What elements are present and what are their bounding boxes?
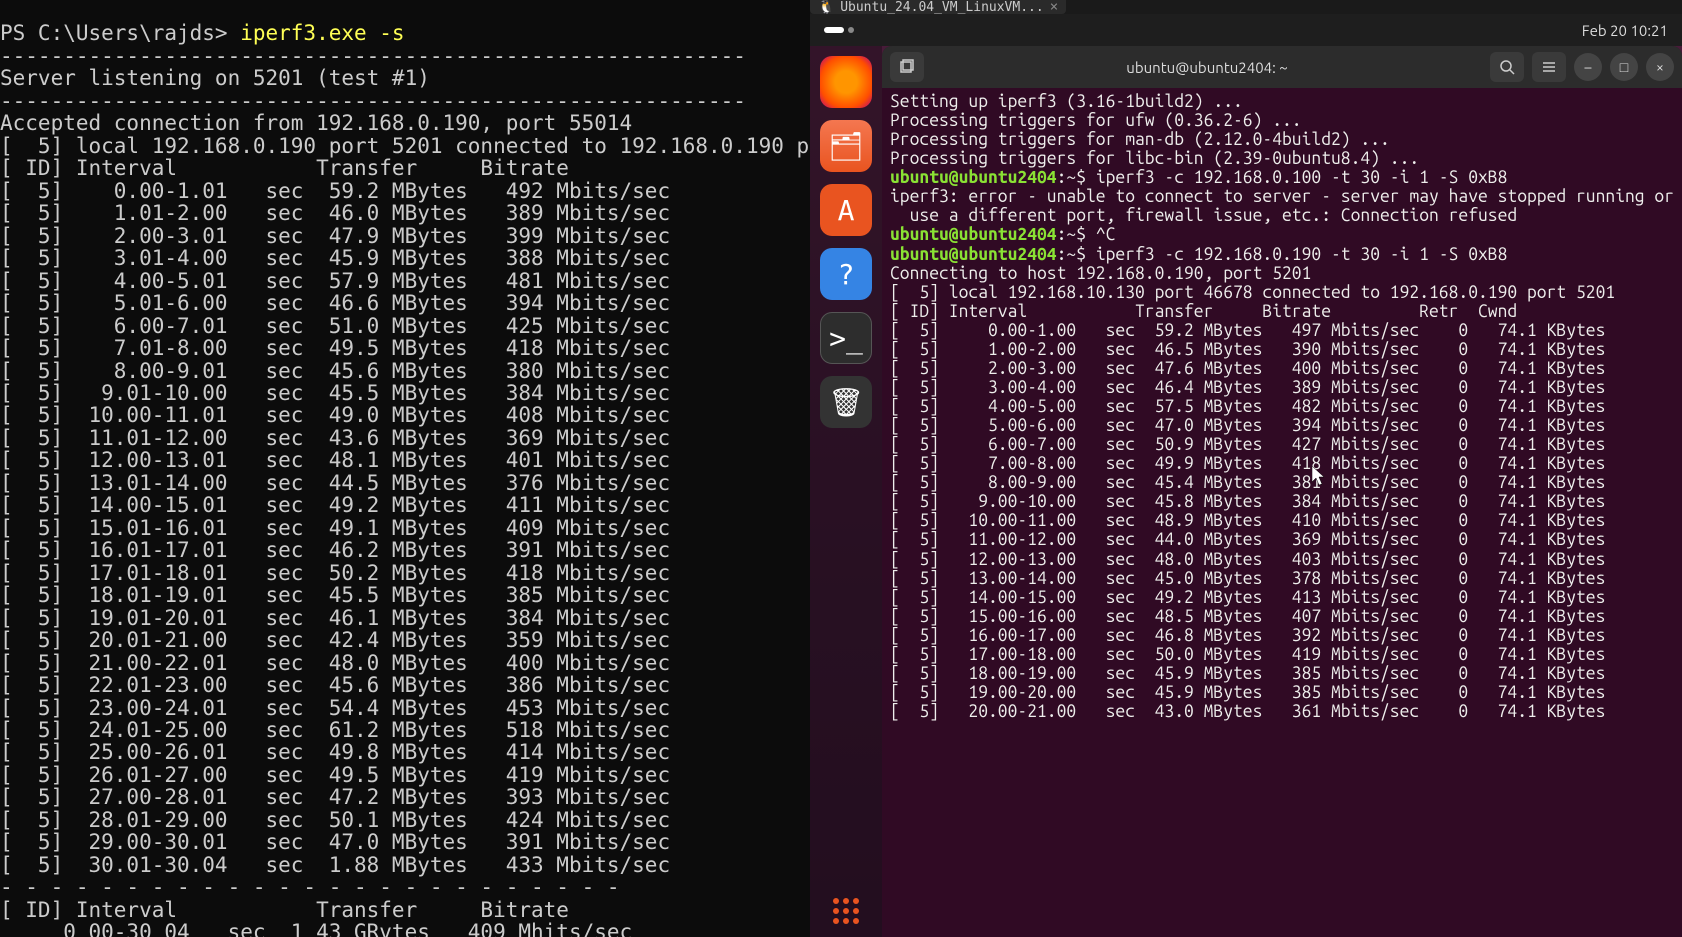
prompt-user: ubuntu@ubuntu2404 [890,225,1057,244]
table-header: [ ID] Interval Transfer Bitrate [0,156,569,180]
prompt-user: ubuntu@ubuntu2404 [890,168,1057,187]
new-tab-button[interactable] [890,52,924,82]
prompt-rest: :~$ [1057,225,1096,244]
activities-pill-icon [824,27,844,33]
desktop-area: 🗂 A ? >_ 🗑 ubuntu@ubuntu2404: ~ [810,46,1682,937]
summary-header: [ ID] Interval Transfer Bitrate [0,898,569,922]
summary-partial: 0 00-30 04 sec 1 43 GRvtes 409 Mhits/sec [0,920,632,937]
ubuntu-vm-window: 🐧 Ubuntu_24.04_VM_LinuxVM... × Feb 20 10… [810,0,1682,937]
powershell-terminal[interactable]: PS C:\Users\rajds> iperf3.exe -s -------… [0,0,810,937]
ps-command: iperf3.exe -s [240,21,404,45]
accepted-line: Accepted connection from 192.168.0.190, … [0,111,632,135]
dock-terminal-icon[interactable]: >_ [820,312,872,364]
new-tab-icon [899,59,915,75]
dash-line-1: ----------------------------------------… [0,44,746,68]
local-line: [ 5] local 192.168.10.130 port 46678 con… [890,283,1615,302]
vm-tab-bar: 🐧 Ubuntu_24.04_VM_LinuxVM... × [810,0,1682,14]
vm-tab[interactable]: 🐧 Ubuntu_24.04_VM_LinuxVM... × [810,0,1066,14]
search-button[interactable] [1490,52,1524,82]
hamburger-icon [1541,59,1557,75]
dock-trash-icon[interactable]: 🗑 [820,376,872,428]
dock: 🗂 A ? >_ 🗑 [810,46,882,937]
separator-line: - - - - - - - - - - - - - - - - - - - - … [0,875,620,899]
iperf-rows: [ 5] 0.00-1.00 sec 59.2 MBytes 497 Mbits… [890,321,1674,721]
penguin-icon: 🐧 [818,0,834,15]
terminal-title: ubuntu@ubuntu2404: ~ [932,59,1482,76]
terminal-body[interactable]: Setting up iperf3 (3.16-1build2) ... Pro… [882,88,1682,937]
dock-software-icon[interactable]: A [820,184,872,236]
activities-button[interactable] [824,27,854,33]
ps-prompt: PS C:\Users\rajds> [0,21,240,45]
clock[interactable]: Feb 20 10:21 [1582,22,1668,39]
maximize-button[interactable]: □ [1610,53,1638,81]
setup-line: Processing triggers for man-db (2.12.0-4… [890,130,1390,149]
error-line: iperf3: error - unable to connect to ser… [890,187,1674,206]
main-area: ubuntu@ubuntu2404: ~ – □ × Setting up ip… [882,46,1682,937]
ctrlc: ^C [1096,225,1116,244]
setup-line: Setting up iperf3 (3.16-1build2) ... [890,92,1243,111]
hamburger-menu-button[interactable] [1532,52,1566,82]
cmd1: iperf3 -c 192.168.0.100 -t 30 -i 1 -S 0x… [1096,168,1508,187]
local-line: [ 5] local 192.168.0.190 port 5201 conne… [0,134,810,158]
vm-tab-label: Ubuntu_24.04_VM_LinuxVM... [840,0,1044,15]
dash-line-2: ----------------------------------------… [0,89,746,113]
search-icon [1499,59,1515,75]
gnome-top-bar: Feb 20 10:21 [810,14,1682,46]
prompt-rest: :~$ [1057,168,1096,187]
cmd2: iperf3 -c 192.168.0.190 -t 30 -i 1 -S 0x… [1096,245,1508,264]
close-icon[interactable]: × [1050,0,1058,15]
dock-firefox-icon[interactable] [820,56,872,108]
error-line: use a different port, firewall issue, et… [890,206,1517,225]
prompt-user: ubuntu@ubuntu2404 [890,245,1057,264]
dock-help-icon[interactable]: ? [820,248,872,300]
connecting-line: Connecting to host 192.168.0.190, port 5… [890,264,1311,283]
dock-show-apps-icon[interactable] [820,885,872,937]
table-header: [ ID] Interval Transfer Bitrate Retr Cwn… [890,302,1517,321]
close-button[interactable]: × [1646,53,1674,81]
prompt-rest: :~$ [1057,245,1096,264]
setup-line: Processing triggers for libc-bin (2.39-0… [890,149,1419,168]
dock-files-icon[interactable]: 🗂 [820,120,872,172]
setup-line: Processing triggers for ufw (0.36.2-6) .… [890,111,1302,130]
iperf-rows: [ 5] 0.00-1.01 sec 59.2 MBytes 492 Mbits… [0,180,810,877]
activities-dot-icon [848,27,854,33]
gnome-terminal-window[interactable]: ubuntu@ubuntu2404: ~ – □ × Setting up ip… [882,46,1682,937]
terminal-titlebar: ubuntu@ubuntu2404: ~ – □ × [882,46,1682,88]
server-listening-line: Server listening on 5201 (test #1) [0,66,430,90]
minimize-button[interactable]: – [1574,53,1602,81]
